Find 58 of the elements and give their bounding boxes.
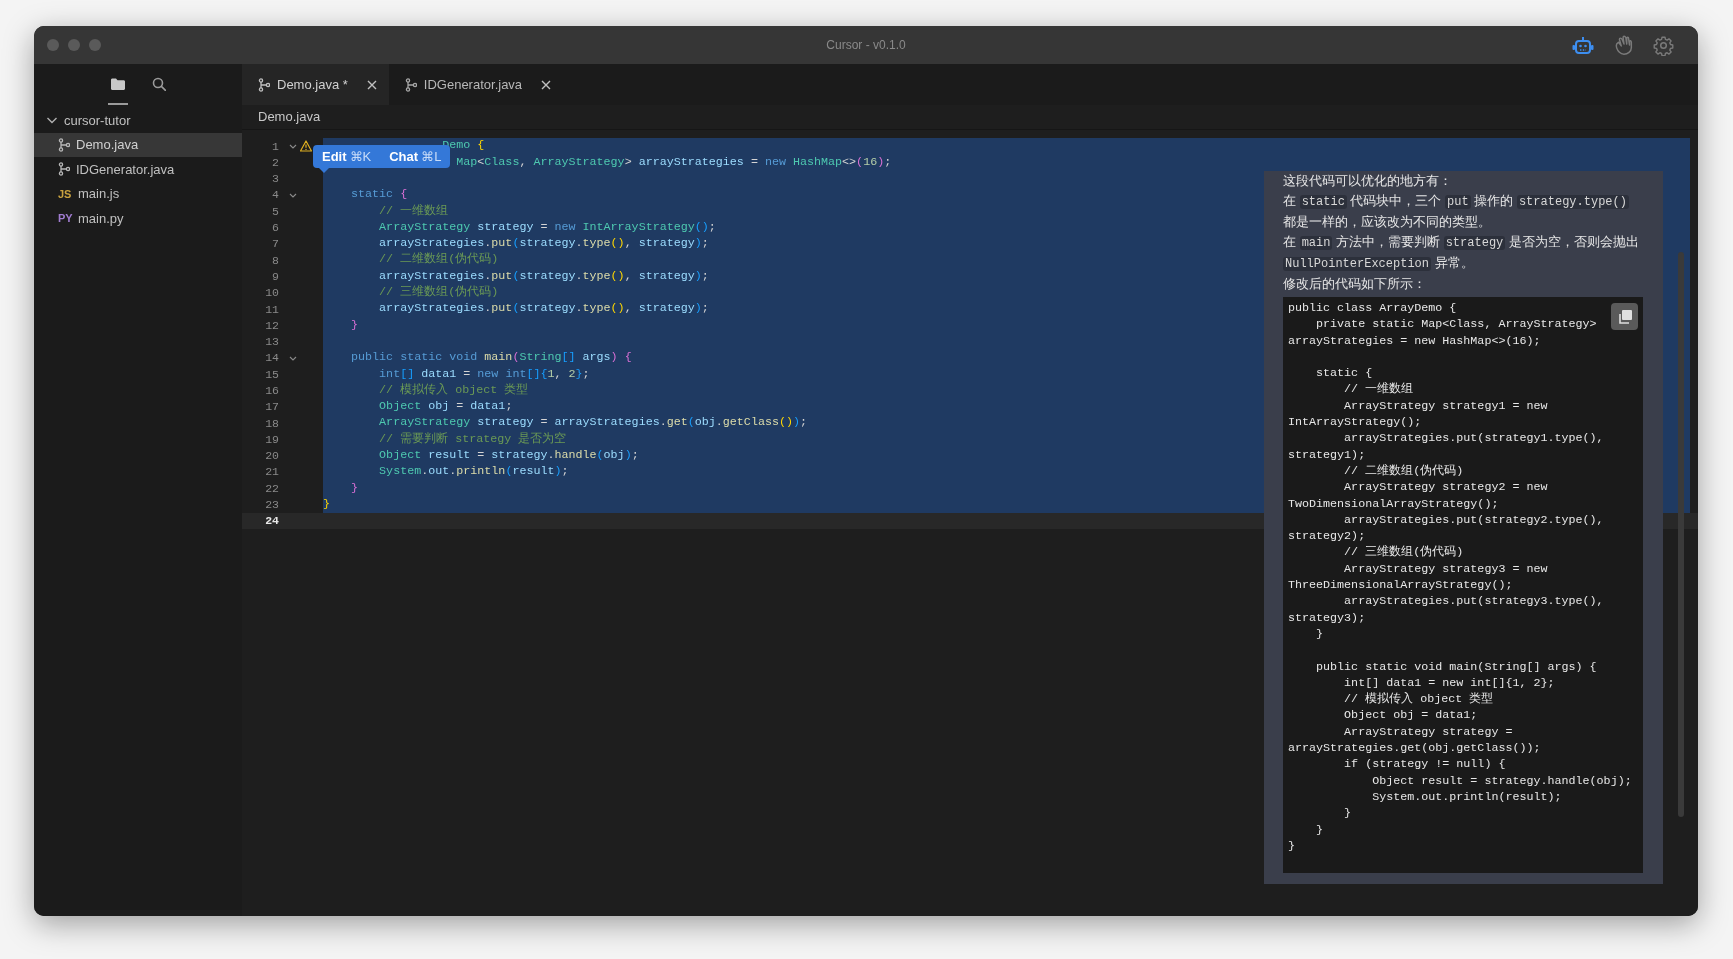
copy-button[interactable] [1611, 303, 1638, 330]
fold-chevron-icon[interactable] [289, 354, 297, 362]
branch-icon [404, 77, 417, 92]
line-number: 6 [271, 220, 279, 236]
tree-item[interactable]: IDGenerator.java [34, 157, 242, 182]
hand-icon[interactable] [1613, 34, 1635, 56]
file-name: cursor-tutor [64, 111, 131, 130]
file-name: main.py [78, 209, 124, 228]
tree-item[interactable]: JS main.js [34, 181, 242, 206]
line-number: 17 [264, 399, 279, 416]
line-number: 19 [264, 431, 279, 448]
folder-icon[interactable] [110, 76, 126, 91]
line-number: 12 [264, 317, 279, 334]
line-number: 21 [264, 464, 279, 481]
line-number: 4 [271, 187, 279, 204]
fold-chevron-icon[interactable] [289, 191, 297, 199]
line-number: 22 [264, 480, 279, 497]
file-type-icon: PY [58, 210, 72, 227]
line-number: 14 [264, 350, 279, 367]
breadcrumb[interactable]: Demo.java [258, 107, 321, 127]
line-number: 1 [271, 138, 279, 155]
line-number: 8 [271, 252, 279, 269]
settings-icon[interactable] [1653, 34, 1674, 56]
editor-tab[interactable]: Demo.java * [242, 64, 389, 105]
line-number: 23 [264, 497, 279, 514]
close-icon[interactable] [366, 79, 377, 90]
branch-icon [258, 77, 270, 92]
close-icon[interactable] [541, 79, 552, 90]
line-number: 18 [264, 415, 279, 432]
search-icon[interactable] [152, 76, 166, 91]
line-number: 5 [271, 203, 279, 220]
file-type-icon: JS [58, 185, 72, 202]
line-number: 13 [264, 334, 279, 351]
file-name: IDGenerator.java [76, 160, 175, 179]
line-number: 10 [264, 285, 279, 302]
line-number: 15 [264, 366, 279, 383]
line-number: 2 [271, 154, 279, 171]
window-title: Cursor - v0.1.0 [826, 37, 906, 54]
line-number: 7 [271, 236, 279, 253]
file-name: Demo.java [76, 136, 139, 154]
line-number: 20 [264, 448, 279, 465]
tree-item[interactable]: cursor-tutor [34, 108, 242, 133]
line-number: 16 [264, 383, 279, 399]
copy-icon [1616, 308, 1633, 325]
line-number: 24 [264, 513, 279, 530]
fold-chevron-icon[interactable] [289, 142, 297, 150]
line-number: 11 [264, 301, 279, 318]
tab-label: Demo.java * [277, 75, 348, 94]
branch-icon [58, 162, 70, 177]
branch-icon [58, 137, 70, 152]
line-number: 9 [271, 268, 279, 285]
line-number: 3 [271, 171, 279, 188]
scrollbar[interactable] [1678, 252, 1684, 817]
robot-icon[interactable] [1571, 34, 1595, 56]
tree-item[interactable]: Demo.java [34, 132, 242, 157]
tab-label: IDGenerator.java [423, 75, 523, 94]
tree-item[interactable]: PY main.py [34, 206, 242, 231]
file-name: main.js [78, 185, 120, 203]
